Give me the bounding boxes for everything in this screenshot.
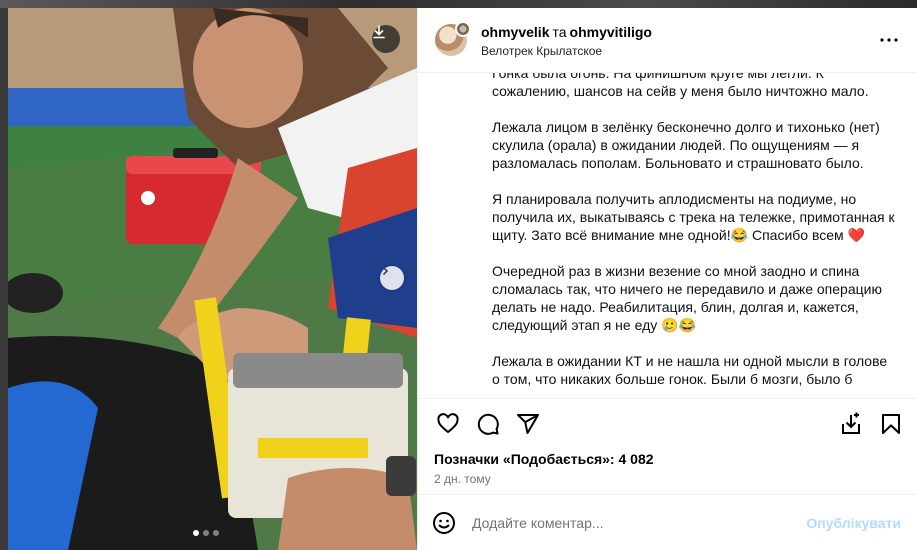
bookmark-icon bbox=[882, 413, 900, 434]
like-button[interactable] bbox=[432, 408, 464, 440]
caption-paragraph: Лежала в ожидании КТ и не нашла ни одной… bbox=[492, 353, 888, 387]
post-comment-button[interactable]: Опублікувати bbox=[806, 515, 901, 531]
collab-conjunction: та bbox=[552, 23, 567, 40]
share-button[interactable] bbox=[512, 408, 544, 440]
carousel-dot bbox=[203, 530, 209, 536]
collab-username-link[interactable]: ohmyvitiligo bbox=[570, 24, 652, 40]
carousel-dot bbox=[213, 530, 219, 536]
post-caption: Гонка была огонь. На финишном круге мы л… bbox=[418, 73, 917, 398]
location-link[interactable]: Велотрек Крылатское bbox=[481, 44, 877, 58]
backdrop[interactable] bbox=[0, 0, 917, 8]
emoji-icon[interactable] bbox=[432, 511, 456, 535]
save-to-collection-button[interactable] bbox=[835, 408, 867, 440]
likes-count[interactable]: Позначки «Подобається»: 4 082 bbox=[418, 448, 917, 470]
share-icon bbox=[517, 413, 539, 434]
heart-icon bbox=[437, 412, 459, 433]
post-photo bbox=[8, 8, 417, 550]
comment-button[interactable] bbox=[472, 408, 504, 440]
next-slide-button[interactable] bbox=[380, 266, 404, 290]
more-icon bbox=[880, 38, 898, 42]
save-to-collection-icon bbox=[842, 412, 860, 434]
caption-paragraph: Очередной раз в жизни везение со мной за… bbox=[492, 263, 882, 333]
username-link[interactable]: ohmyvelik bbox=[481, 24, 549, 40]
caption-paragraph: Лежала лицом в зелёнку бесконечно долго … bbox=[492, 119, 880, 171]
caption-paragraph: Гонка была огонь. На финишном круге мы л… bbox=[492, 73, 869, 99]
download-icon bbox=[373, 25, 385, 39]
avatar[interactable] bbox=[435, 21, 471, 56]
collab-avatar[interactable] bbox=[455, 21, 471, 37]
post-timestamp[interactable]: 2 дн. тому bbox=[418, 470, 917, 494]
carousel-indicator bbox=[193, 530, 219, 536]
chevron-right-icon bbox=[382, 266, 389, 276]
comment-icon bbox=[477, 413, 499, 435]
download-button[interactable] bbox=[372, 25, 400, 53]
bookmark-button[interactable] bbox=[875, 408, 907, 440]
post-header: ohmyvelik та ohmyvitiligo Велотрек Крылатс… bbox=[418, 8, 917, 73]
post-details-panel: ohmyvelik та ohmyvitiligo Велотрек Крылатс… bbox=[417, 8, 917, 550]
caption-paragraph: Я планировала получить аплодисменты на п… bbox=[492, 191, 895, 243]
comment-input[interactable] bbox=[472, 514, 807, 531]
action-bar bbox=[418, 398, 917, 448]
comment-composer: Опублікувати bbox=[418, 494, 917, 550]
more-options-button[interactable] bbox=[877, 28, 901, 52]
post-modal: ohmyvelik та ohmyvitiligo Велотрек Крылатс… bbox=[8, 8, 917, 550]
carousel-dot bbox=[193, 530, 199, 536]
post-media[interactable] bbox=[8, 8, 417, 550]
